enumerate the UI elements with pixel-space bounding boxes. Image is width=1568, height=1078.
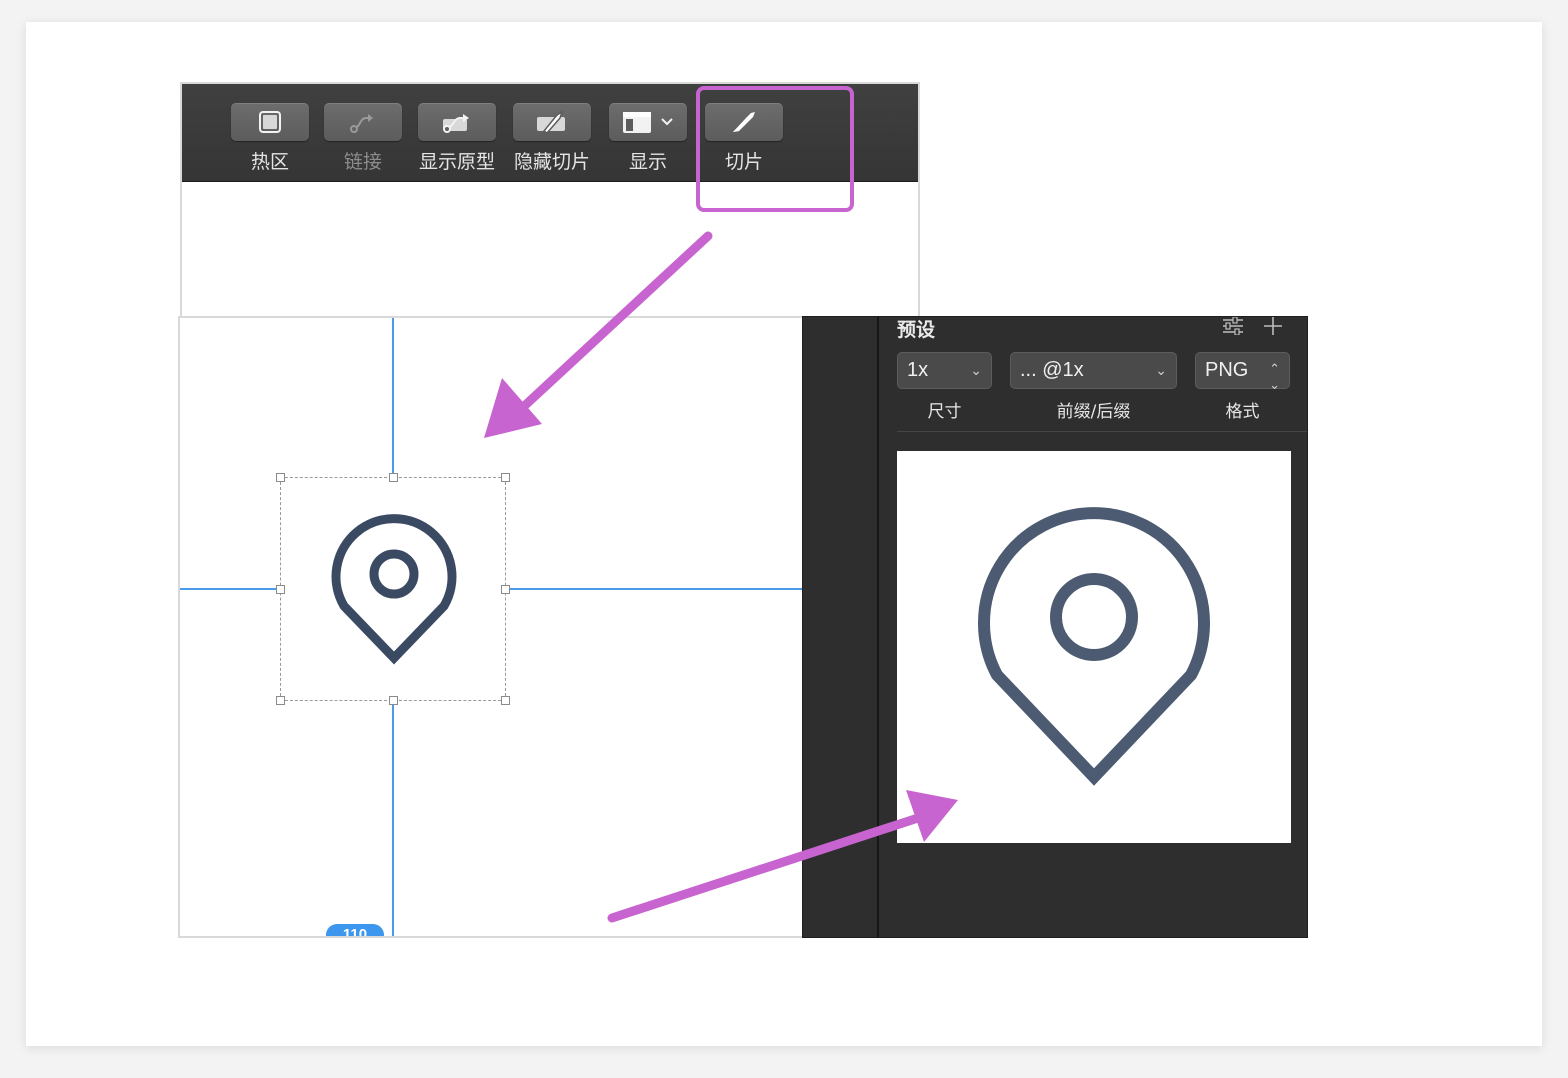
format-select[interactable]: PNG ⌃ ⌄ bbox=[1195, 352, 1290, 392]
link-tool[interactable]: 链接 bbox=[323, 103, 403, 174]
preset-title: 预设 bbox=[897, 319, 936, 341]
hotspot-icon bbox=[259, 111, 281, 133]
chevron-down-icon: ⌄ bbox=[970, 362, 982, 378]
prototype-icon bbox=[443, 114, 469, 133]
hotspot-tool[interactable]: 热区 bbox=[230, 103, 310, 174]
resize-handle[interactable] bbox=[276, 473, 285, 482]
show-prototype-tool[interactable]: 显示原型 bbox=[417, 103, 497, 174]
export-panel: 预设 1x ⌄ ... @1x ⌄ PNG ⌃ ⌄ 尺寸 前缀/后缀 格式 bbox=[802, 316, 1308, 938]
chevron-down-icon: ⌄ bbox=[1155, 362, 1167, 378]
resize-handle[interactable] bbox=[389, 696, 398, 705]
view-icon bbox=[623, 112, 651, 133]
preset-settings-icon[interactable] bbox=[1221, 317, 1245, 335]
view-label: 显示 bbox=[628, 151, 667, 173]
resize-handle[interactable] bbox=[501, 473, 510, 482]
canvas-screenshot: 110 bbox=[178, 316, 806, 938]
view-tool[interactable]: 显示 bbox=[608, 103, 688, 174]
panel-separator bbox=[897, 431, 1307, 432]
suffix-value: ... @1x bbox=[1020, 359, 1084, 381]
show-prototype-label: 显示原型 bbox=[418, 151, 495, 173]
resize-handle[interactable] bbox=[389, 473, 398, 482]
panel-divider bbox=[877, 317, 879, 937]
slice-tool-highlight bbox=[696, 86, 854, 212]
resize-handle[interactable] bbox=[501, 585, 510, 594]
add-preset-icon[interactable] bbox=[1263, 317, 1283, 335]
size-select[interactable]: 1x ⌄ bbox=[897, 352, 992, 389]
size-label: 尺寸 bbox=[927, 402, 962, 422]
format-label: 格式 bbox=[1225, 402, 1260, 422]
suffix-label: 前缀/后缀 bbox=[1056, 402, 1131, 422]
location-pin-preview-icon bbox=[978, 507, 1210, 786]
link-icon bbox=[350, 114, 373, 133]
link-label: 链接 bbox=[343, 151, 382, 173]
chevron-updown-icon: ⌃ ⌄ bbox=[1269, 361, 1280, 392]
slice-preview bbox=[897, 451, 1291, 843]
chevron-down-icon bbox=[661, 118, 673, 126]
resize-handle[interactable] bbox=[276, 585, 285, 594]
resize-handle[interactable] bbox=[501, 696, 510, 705]
hide-slice-icon bbox=[537, 110, 565, 134]
measure-badge: 110 bbox=[326, 924, 384, 936]
size-value: 1x bbox=[907, 359, 929, 381]
suffix-select[interactable]: ... @1x ⌄ bbox=[1010, 352, 1177, 389]
resize-handle[interactable] bbox=[276, 696, 285, 705]
location-pin-icon bbox=[331, 514, 457, 665]
format-value: PNG bbox=[1205, 359, 1249, 381]
hide-slices-label: 隐藏切片 bbox=[513, 151, 590, 173]
hotspot-label: 热区 bbox=[250, 151, 289, 173]
hide-slices-tool[interactable]: 隐藏切片 bbox=[512, 103, 592, 174]
slice-selection[interactable] bbox=[276, 473, 510, 705]
